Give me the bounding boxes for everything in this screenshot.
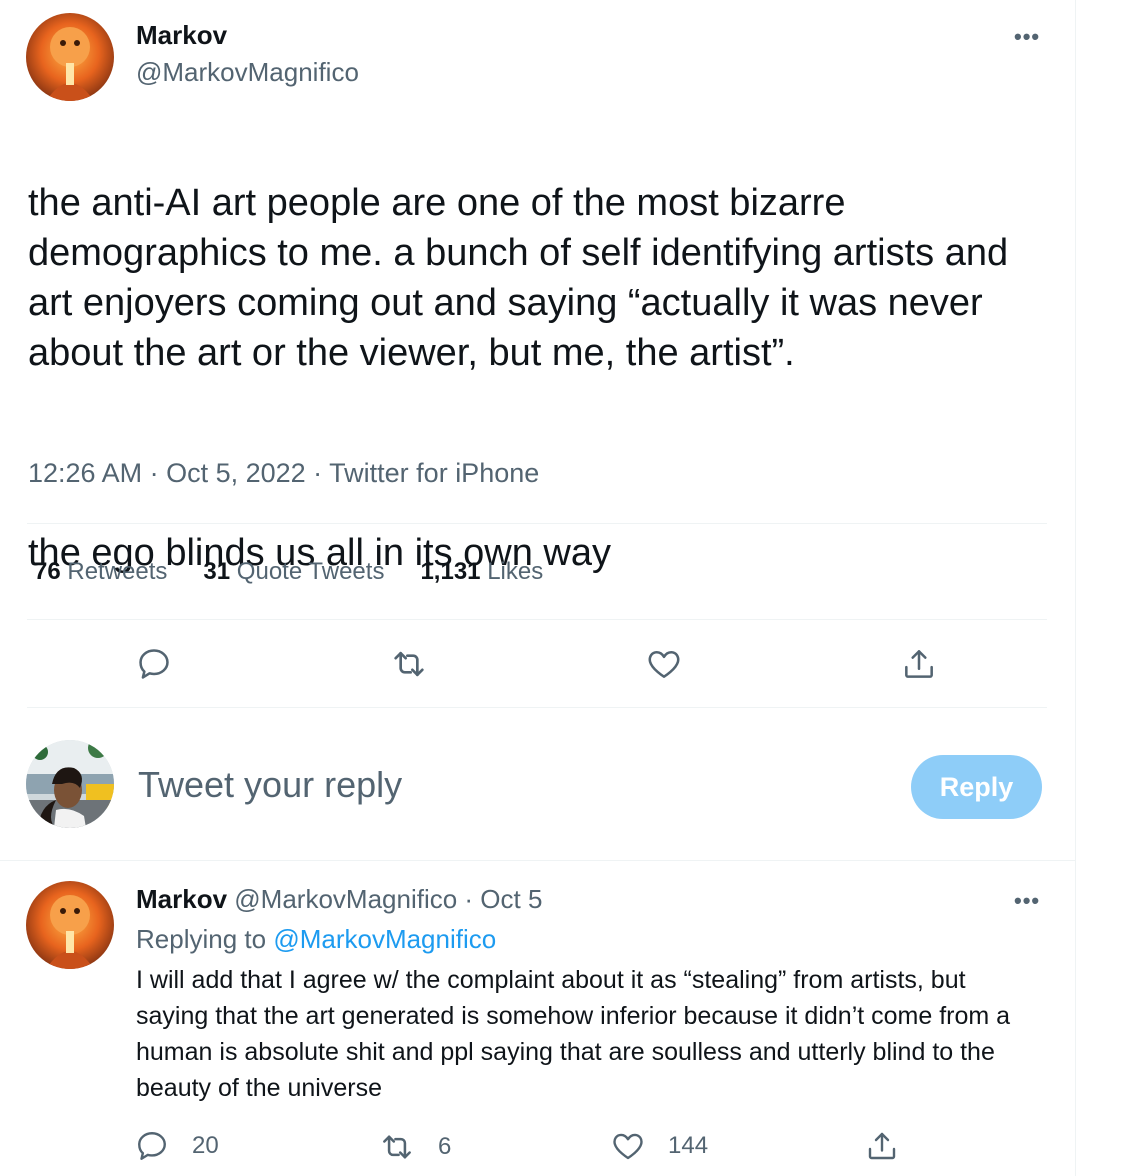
divider: [27, 619, 1047, 620]
reply-reply-action[interactable]: 20: [134, 1128, 219, 1164]
reply-more-icon[interactable]: •••: [1014, 888, 1040, 914]
reply-icon: [138, 1132, 166, 1160]
likes-stat[interactable]: 1,131 Likes: [420, 558, 543, 586]
reply-count: 20: [192, 1132, 219, 1159]
tweet-paragraph-1: the anti-AI art people are one of the mo…: [28, 182, 1009, 374]
reply-author-handle[interactable]: @MarkovMagnifico: [234, 884, 457, 914]
replying-handle-link[interactable]: @MarkovMagnifico: [273, 924, 496, 954]
likes-count: 1,131: [420, 558, 481, 585]
quotes-label: Quote Tweets: [236, 558, 385, 585]
retweet-icon[interactable]: [386, 641, 432, 687]
tweet-meta[interactable]: 12:26 AM · Oct 5, 2022 · Twitter for iPh…: [28, 458, 539, 489]
user-avatar[interactable]: [26, 740, 114, 828]
divider: [0, 860, 1075, 861]
author-avatar[interactable]: [26, 13, 114, 101]
quotes-count: 31: [203, 558, 231, 585]
retweet-icon: [383, 1135, 411, 1159]
share-icon[interactable]: [896, 641, 942, 687]
retweets-label: Retweets: [67, 558, 168, 585]
more-icon[interactable]: •••: [1014, 24, 1040, 50]
like-icon[interactable]: [641, 641, 687, 687]
reply-like-action[interactable]: 144: [610, 1128, 708, 1164]
tweet-stats: 76 Retweets 31 Quote Tweets 1,131 Likes: [34, 558, 543, 586]
retweet-count: 6: [438, 1133, 452, 1160]
reply-text: I will add that I agree w/ the complaint…: [136, 966, 1011, 1102]
share-icon: [868, 1132, 896, 1160]
divider: [27, 707, 1047, 708]
reply-retweet-action[interactable]: 6: [378, 1128, 451, 1166]
replying-to: Replying to @MarkovMagnifico: [136, 924, 496, 955]
like-count: 144: [668, 1132, 709, 1159]
like-icon: [613, 1133, 643, 1160]
reply-header: Markov @MarkovMagnifico · Oct 5: [136, 884, 542, 915]
author-name[interactable]: Markov: [136, 20, 227, 51]
timeline-column: Markov @MarkovMagnifico ••• the anti-AI …: [0, 0, 1076, 1176]
tweet-text: the anti-AI art people are one of the mo…: [28, 128, 1058, 628]
reply-author-avatar[interactable]: [26, 881, 114, 969]
replying-prefix: Replying to: [136, 924, 267, 954]
likes-label: Likes: [487, 558, 544, 585]
retweets-stat[interactable]: 76 Retweets: [34, 558, 167, 586]
reply-author-name[interactable]: Markov: [136, 884, 227, 914]
author-handle[interactable]: @MarkovMagnifico: [136, 57, 359, 88]
retweets-count: 76: [34, 558, 61, 585]
reply-date[interactable]: · Oct 5: [464, 884, 542, 914]
reply-share-action[interactable]: [864, 1128, 900, 1164]
reply-button[interactable]: Reply: [911, 755, 1042, 819]
divider: [27, 523, 1047, 524]
reply-input[interactable]: Tweet your reply: [138, 764, 402, 806]
reply-icon[interactable]: [131, 641, 177, 687]
quote-tweets-stat[interactable]: 31 Quote Tweets: [203, 558, 384, 586]
